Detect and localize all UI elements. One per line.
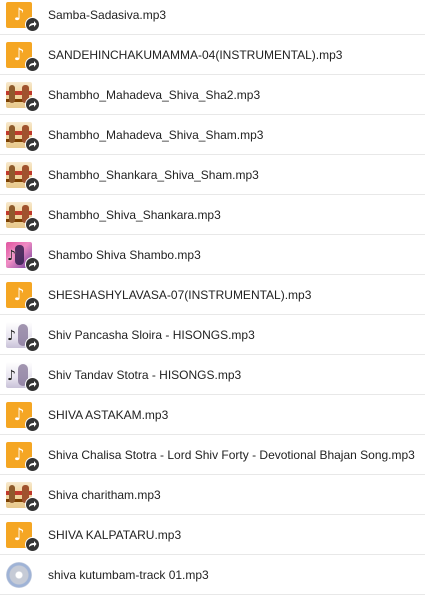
file-name: Shambho_Mahadeva_Shiva_Sham.mp3 [48,128,264,142]
file-row[interactable]: ♪ SHIVA ASTAKAM.mp3 [0,395,425,435]
file-row[interactable]: Shambho_Shiva_Shankara.mp3 [0,195,425,235]
share-link-icon [25,377,40,392]
share-link-icon [25,217,40,232]
file-name: Shiva Chalisa Stotra - Lord Shiv Forty -… [48,448,415,462]
share-link-icon [25,337,40,352]
share-link-icon [25,17,40,32]
file-row[interactable]: ♪ SHESHASHYLAVASA-07(INSTRUMENTAL).mp3 [0,275,425,315]
file-row[interactable]: ♪ Shiv Tandav Stotra - HISONGS.mp3 [0,355,425,395]
file-name: SHIVA ASTAKAM.mp3 [48,408,169,422]
file-row[interactable]: Shambho_Shankara_Shiva_Sham.mp3 [0,155,425,195]
music-note-icon: ♪ [7,328,16,344]
share-link-icon [25,97,40,112]
file-name: SHESHASHYLAVASA-07(INSTRUMENTAL).mp3 [48,288,312,302]
file-name: Shiva charitham.mp3 [48,488,161,502]
file-name: Samba-Sadasiva.mp3 [48,8,167,22]
file-row[interactable]: Shambho_Mahadeva_Shiva_Sha2.mp3 [0,75,425,115]
file-row[interactable]: Shiva charitham.mp3 [0,475,425,515]
file-name: Shiv Tandav Stotra - HISONGS.mp3 [48,368,242,382]
file-name: Shambho_Mahadeva_Shiva_Sha2.mp3 [48,88,261,102]
file-row[interactable]: ♪ Shambo Shiva Shambo.mp3 [0,235,425,275]
file-name: SANDEHINCHAKUMAMMA-04(INSTRUMENTAL).mp3 [48,48,343,62]
share-link-icon [25,297,40,312]
file-row[interactable]: ♪ Shiva Chalisa Stotra - Lord Shiv Forty… [0,435,425,475]
share-link-icon [25,497,40,512]
file-list: ♪ Samba-Sadasiva.mp3 ♪ SANDEHINCHAKUMAMM… [0,0,425,595]
album-art-icon [6,562,32,588]
share-link-icon [25,177,40,192]
file-name: SHIVA KALPATARU.mp3 [48,528,182,542]
file-name: shiva kutumbam-track 01.mp3 [48,568,209,582]
file-name: Shambho_Shiva_Shankara.mp3 [48,208,221,222]
share-link-icon [25,57,40,72]
file-row[interactable]: shiva kutumbam-track 01.mp3 [0,555,425,595]
file-row[interactable]: Shambho_Mahadeva_Shiva_Sham.mp3 [0,115,425,155]
share-link-icon [25,537,40,552]
music-note-icon: ♪ [7,368,16,384]
share-link-icon [25,257,40,272]
share-link-icon [25,457,40,472]
music-note-icon: ♪ [7,248,16,264]
file-row[interactable]: ♪ Samba-Sadasiva.mp3 [0,0,425,35]
file-row[interactable]: ♪ SANDEHINCHAKUMAMMA-04(INSTRUMENTAL).mp… [0,35,425,75]
file-name: Shiv Pancasha Sloira - HISONGS.mp3 [48,328,255,342]
file-name: Shambho_Shankara_Shiva_Sham.mp3 [48,168,259,182]
file-row[interactable]: ♪ Shiv Pancasha Sloira - HISONGS.mp3 [0,315,425,355]
share-link-icon [25,137,40,152]
file-row[interactable]: ♪ SHIVA KALPATARU.mp3 [0,515,425,555]
share-link-icon [25,417,40,432]
file-name: Shambo Shiva Shambo.mp3 [48,248,201,262]
